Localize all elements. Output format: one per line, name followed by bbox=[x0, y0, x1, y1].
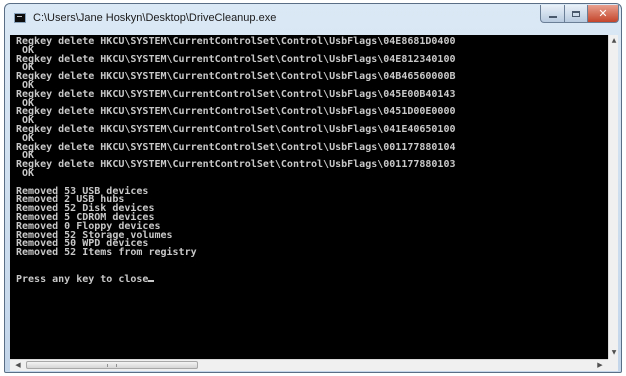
console-line: Regkey delete HKCU\SYSTEM\CurrentControl… bbox=[16, 141, 456, 153]
console-line: Press any key to close bbox=[16, 274, 456, 285]
console-line: Removed 52 Items from registry bbox=[16, 247, 197, 259]
window-title: C:\Users\Jane Hoskyn\Desktop\DriveCleanu… bbox=[33, 12, 277, 24]
console-app-icon[interactable] bbox=[14, 13, 26, 23]
scroll-left-icon[interactable]: ◀ bbox=[12, 360, 24, 371]
minimize-button[interactable] bbox=[540, 5, 565, 23]
console-line: Regkey delete HKCU\SYSTEM\CurrentControl… bbox=[16, 71, 456, 83]
text-cursor bbox=[148, 279, 155, 282]
console-line: OK bbox=[16, 167, 35, 179]
maximize-button[interactable] bbox=[564, 5, 588, 23]
close-button[interactable]: ✕ bbox=[587, 5, 619, 23]
horizontal-scroll-thumb[interactable] bbox=[26, 361, 198, 369]
scroll-down-icon[interactable]: ▼ bbox=[610, 348, 618, 358]
console-line: Regkey delete HKCU\SYSTEM\CurrentControl… bbox=[16, 106, 456, 118]
minimize-icon bbox=[548, 16, 557, 18]
horizontal-scrollbar[interactable]: ◀ ▶ bbox=[10, 359, 608, 371]
console-line: Regkey delete HKCU\SYSTEM\CurrentControl… bbox=[16, 36, 456, 47]
vertical-scrollbar[interactable]: ▲ ▼ bbox=[608, 35, 618, 359]
console-line: Regkey delete HKCU\SYSTEM\CurrentControl… bbox=[16, 159, 456, 171]
scrollbar-corner bbox=[608, 359, 618, 371]
console-window: C:\Users\Jane Hoskyn\Desktop\DriveCleanu… bbox=[4, 3, 622, 373]
console-line: Regkey delete HKCU\SYSTEM\CurrentControl… bbox=[16, 88, 456, 100]
console-text: Regkey delete HKCU\SYSTEM\CurrentControl… bbox=[16, 36, 456, 285]
title-bar[interactable]: C:\Users\Jane Hoskyn\Desktop\DriveCleanu… bbox=[5, 4, 621, 34]
scroll-right-icon[interactable]: ▶ bbox=[594, 360, 606, 371]
console-line: Regkey delete HKCU\SYSTEM\CurrentControl… bbox=[16, 53, 456, 65]
console-output-area[interactable]: Regkey delete HKCU\SYSTEM\CurrentControl… bbox=[10, 35, 608, 359]
scroll-up-icon[interactable]: ▲ bbox=[610, 36, 618, 46]
maximize-icon bbox=[572, 10, 580, 17]
console-line: Regkey delete HKCU\SYSTEM\CurrentControl… bbox=[16, 123, 456, 135]
close-icon: ✕ bbox=[598, 7, 608, 20]
